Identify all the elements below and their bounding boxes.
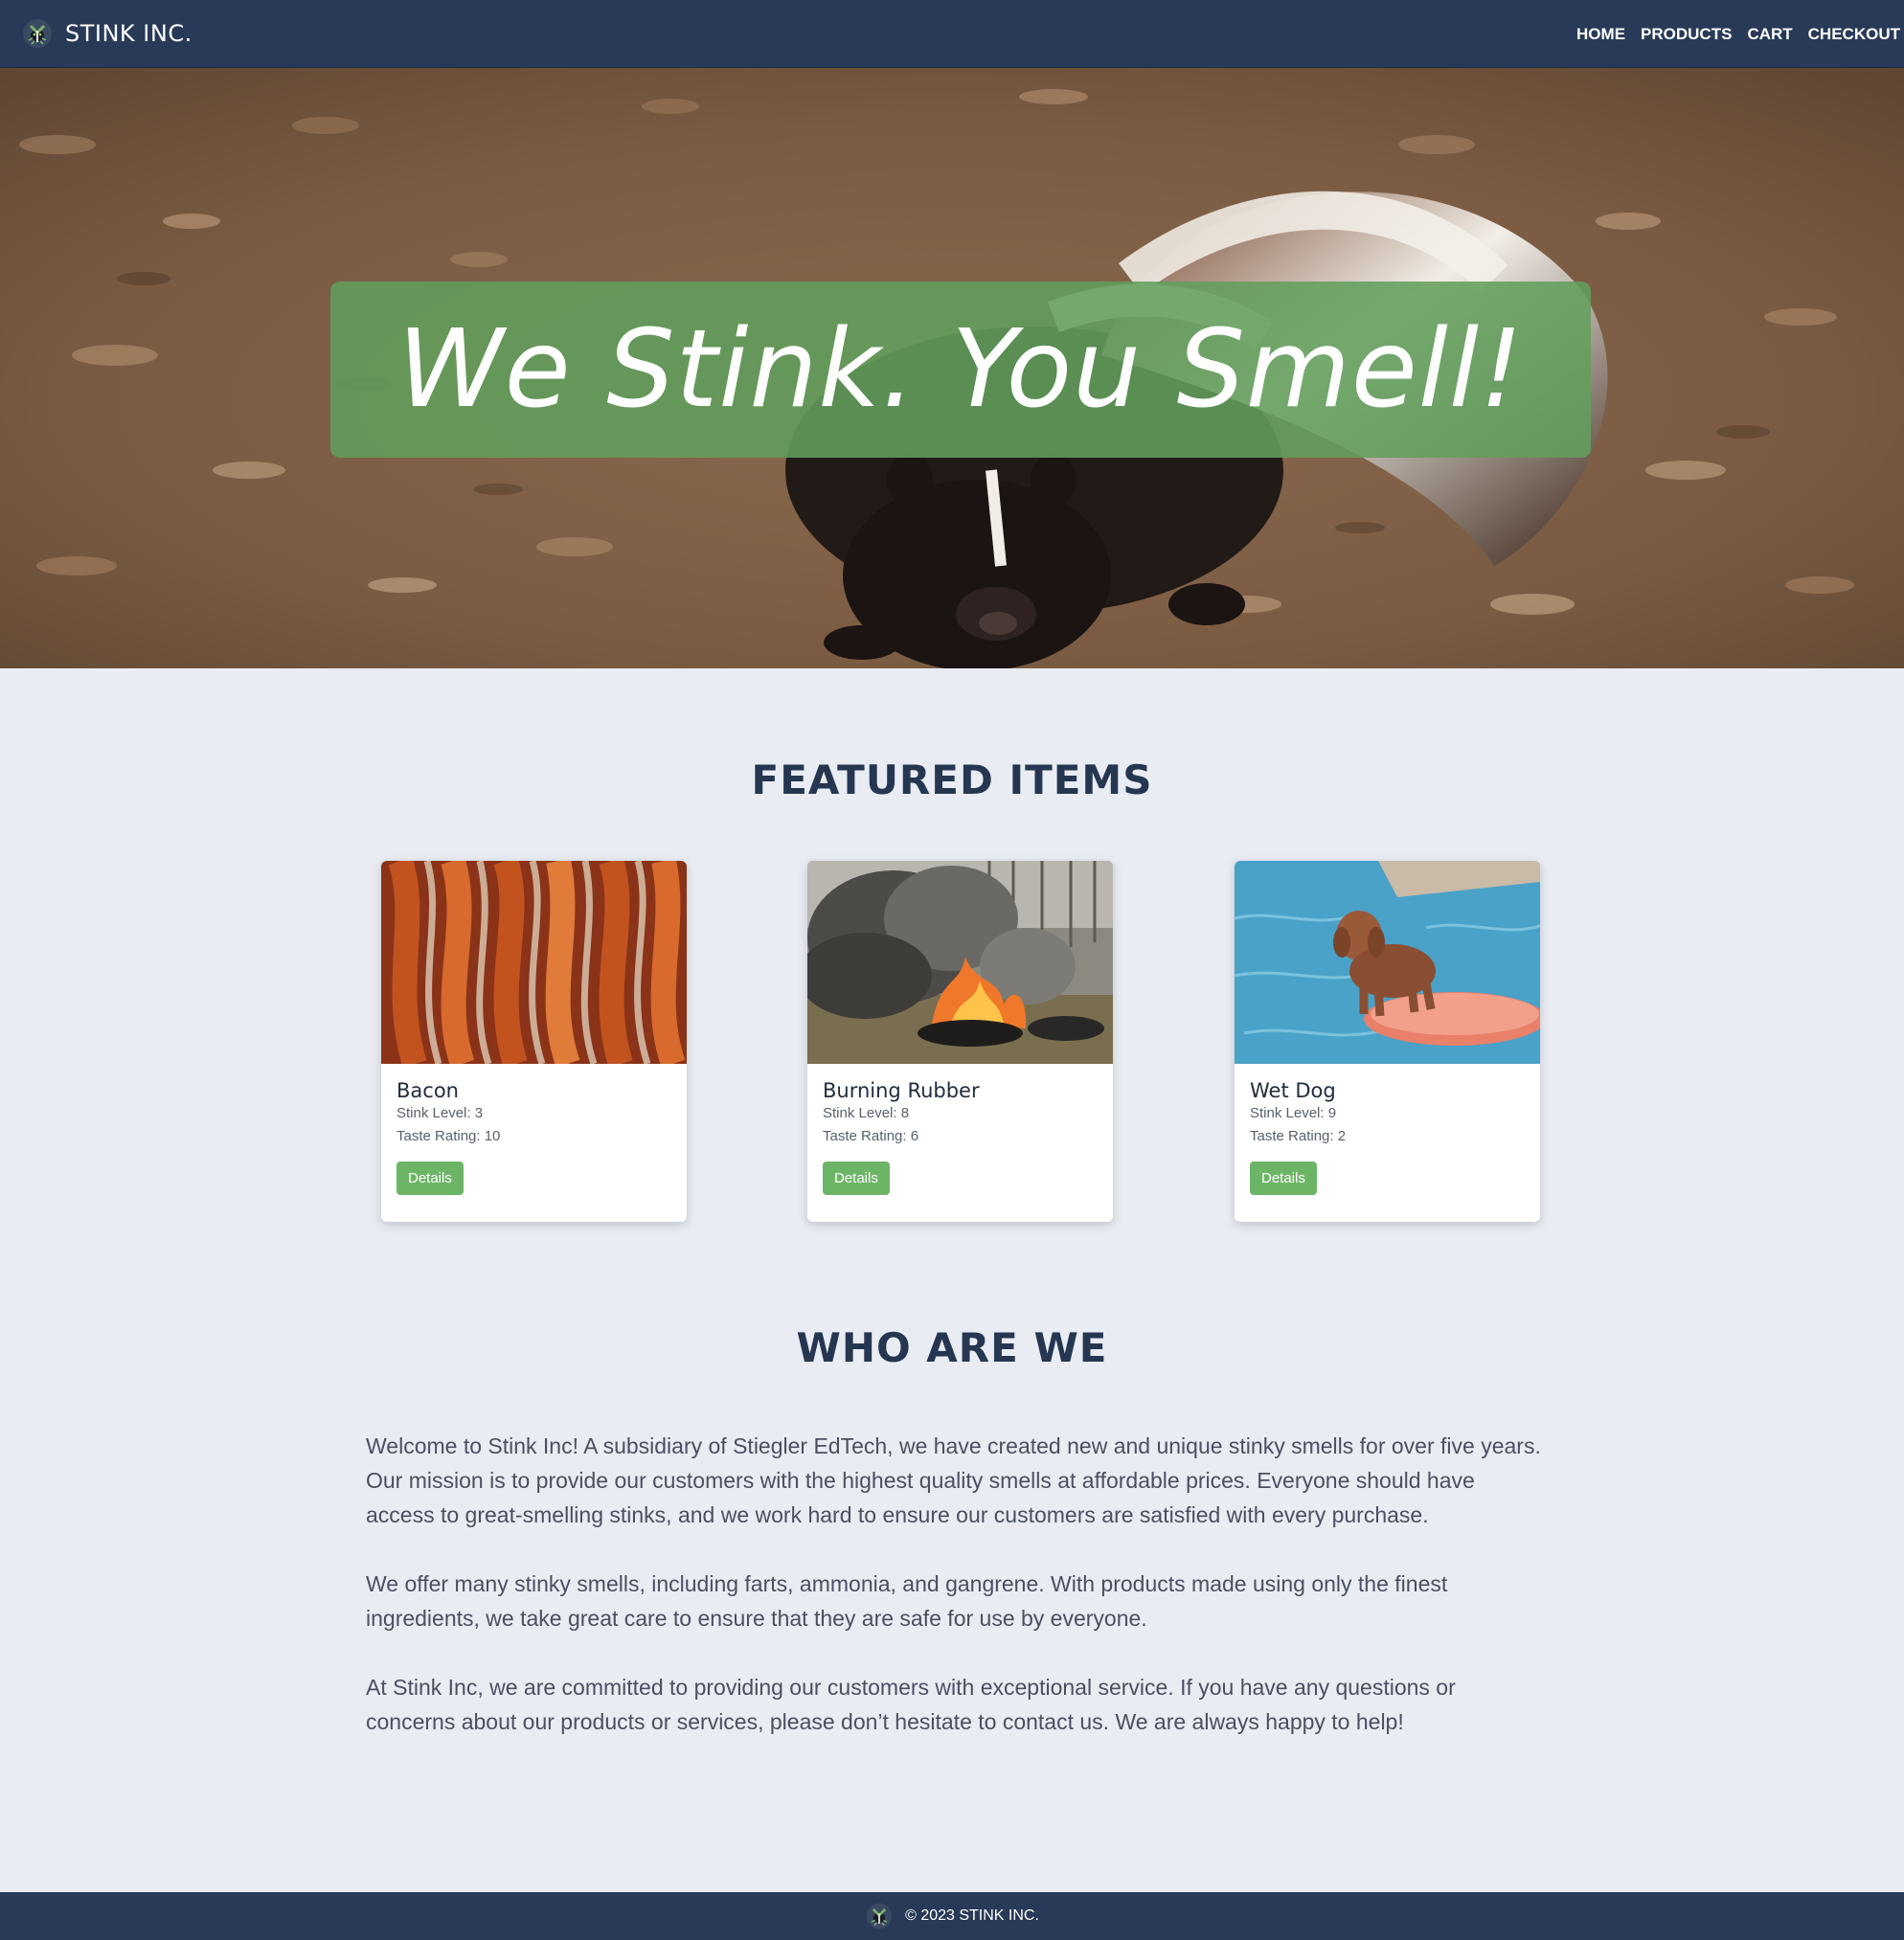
nav-link-cart[interactable]: CART xyxy=(1747,25,1792,44)
about-section: Welcome to Stink Inc! A subsidiary of St… xyxy=(366,1429,1544,1773)
brand-name: STINK INC. xyxy=(65,20,193,47)
taste-rating: Taste Rating: 2 xyxy=(1250,1128,1347,1144)
details-button[interactable]: Details xyxy=(1250,1162,1317,1195)
navbar: STINK INC. HOME PRODUCTS CART CHECKOUT xyxy=(0,0,1904,68)
wet-dog-photo xyxy=(1235,861,1540,1064)
product-name: Burning Rubber xyxy=(823,1079,980,1102)
skunk-logo-icon xyxy=(866,1903,893,1929)
burning-tire-photo xyxy=(807,861,1113,1064)
featured-title: FEATURED ITEMS xyxy=(751,756,1153,803)
nav-link-home[interactable]: HOME xyxy=(1576,25,1625,44)
footer: © 2023 STINK INC. xyxy=(0,1892,1904,1940)
about-paragraph-1: Welcome to Stink Inc! A subsidiary of St… xyxy=(366,1433,1541,1527)
nav-link-checkout[interactable]: CHECKOUT xyxy=(1808,25,1900,44)
details-button[interactable]: Details xyxy=(397,1162,464,1195)
product-name: Wet Dog xyxy=(1250,1079,1336,1102)
hero-banner: We Stink. You Smell! xyxy=(330,282,1591,458)
taste-rating: Taste Rating: 10 xyxy=(397,1128,501,1144)
footer-copyright: © 2023 STINK INC. xyxy=(905,1907,1039,1924)
product-card-burning-rubber: Burning Rubber Stink Level: 8 Taste Rati… xyxy=(807,861,1113,1222)
product-name: Bacon xyxy=(397,1079,459,1102)
skunk-logo-icon xyxy=(23,19,52,48)
about-paragraph-3: At Stink Inc, we are committed to provid… xyxy=(366,1675,1456,1734)
product-card-wet-dog: Wet Dog Stink Level: 9 Taste Rating: 2 D… xyxy=(1235,861,1540,1222)
bacon-photo xyxy=(381,861,687,1064)
stink-level: Stink Level: 3 xyxy=(397,1105,484,1121)
stink-level: Stink Level: 8 xyxy=(823,1105,910,1121)
brand[interactable]: STINK INC. xyxy=(21,17,193,50)
stink-level: Stink Level: 9 xyxy=(1250,1105,1337,1121)
hero-section: We Stink. You Smell! xyxy=(0,68,1904,668)
product-card-bacon: Bacon Stink Level: 3 Taste Rating: 10 De… xyxy=(381,861,687,1222)
hero-headline: We Stink. You Smell! xyxy=(397,307,1524,432)
taste-rating: Taste Rating: 6 xyxy=(823,1128,919,1144)
about-title: WHO ARE WE xyxy=(796,1324,1108,1371)
about-paragraph-2: We offer many stinky smells, including f… xyxy=(366,1571,1448,1631)
nav-links: HOME PRODUCTS CART CHECKOUT xyxy=(1561,0,1900,68)
nav-link-products[interactable]: PRODUCTS xyxy=(1641,25,1732,44)
details-button[interactable]: Details xyxy=(823,1162,890,1195)
